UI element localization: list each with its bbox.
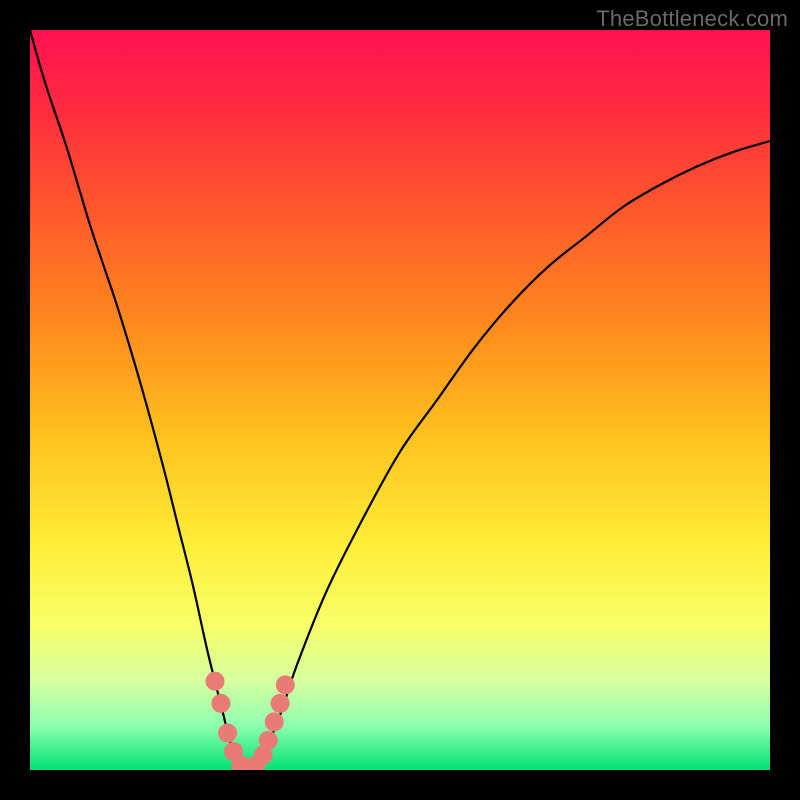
gradient-background: [30, 30, 770, 770]
watermark-text: TheBottleneck.com: [596, 6, 788, 32]
chart-frame: TheBottleneck.com: [0, 0, 800, 800]
curve-marker: [218, 724, 237, 743]
curve-marker: [276, 675, 295, 694]
plot-area: [30, 30, 770, 770]
curve-marker: [271, 694, 290, 713]
curve-marker: [259, 731, 278, 750]
curve-marker: [211, 694, 230, 713]
bottleneck-chart: [30, 30, 770, 770]
curve-marker: [206, 672, 225, 691]
curve-marker: [265, 712, 284, 731]
